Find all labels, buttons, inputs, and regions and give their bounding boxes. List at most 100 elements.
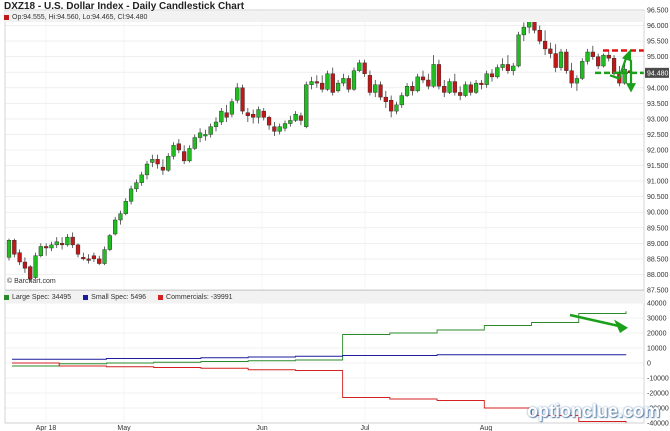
price-tick-label: 87.500 <box>647 288 669 295</box>
ohlc-readout: Op:94.555, Hi:94.560, Lo:94.465, Cl:94.4… <box>4 12 147 23</box>
candle-body <box>542 40 548 50</box>
candle-body <box>479 82 484 85</box>
candle <box>293 111 298 122</box>
price-grid <box>5 9 644 423</box>
source-credit: © Barchart.com <box>7 278 56 285</box>
candle-body <box>505 64 511 71</box>
candle-body <box>378 84 383 98</box>
candle-body <box>128 188 134 202</box>
candle-body <box>266 117 272 126</box>
candle <box>452 73 457 96</box>
candle <box>288 115 293 127</box>
candle <box>213 117 219 132</box>
date-tick-label: May <box>117 425 131 431</box>
candle-body <box>452 81 457 93</box>
candle <box>235 83 240 104</box>
candle-body <box>65 236 70 246</box>
candle <box>558 48 564 71</box>
candle <box>436 59 442 90</box>
candle <box>373 80 378 98</box>
candle-body <box>404 86 410 96</box>
candle-body <box>134 182 139 190</box>
candle <box>362 59 367 77</box>
candle <box>537 25 542 45</box>
candle-body <box>139 174 144 183</box>
candle-body <box>426 79 431 87</box>
candle-body <box>6 240 12 258</box>
candle <box>399 92 404 108</box>
candle <box>277 123 282 135</box>
candle <box>187 145 192 163</box>
candle <box>12 238 17 258</box>
last-price-tag: 94.480 <box>645 67 669 78</box>
candle <box>367 70 373 96</box>
ohlc-text: Op:94.555, Hi:94.560, Lo:94.465, Cl:94.4… <box>12 14 148 21</box>
candle <box>197 128 203 143</box>
candle <box>325 70 330 91</box>
cot-trend-arrow <box>569 313 621 328</box>
candle <box>38 243 43 258</box>
candle-body <box>484 73 489 85</box>
price-tick-label: 88.500 <box>647 256 669 263</box>
candle-body <box>346 78 351 90</box>
candle-body <box>468 84 473 93</box>
candle-body <box>410 86 415 92</box>
candle-body <box>596 56 601 67</box>
candle <box>134 179 139 192</box>
cot-tick-label: -10000 <box>647 376 669 383</box>
candle-body <box>245 112 250 116</box>
candle-body <box>213 121 219 127</box>
candle <box>442 80 447 98</box>
price-tick-label: 89.000 <box>647 241 669 248</box>
candle-body <box>150 159 155 163</box>
price-tick-label: 92.000 <box>647 148 669 155</box>
legend-small-spec: Small Spec: 5496 <box>83 294 146 301</box>
candle <box>580 58 585 80</box>
candle <box>266 115 272 130</box>
candle <box>601 53 606 68</box>
candle <box>330 67 335 96</box>
candle <box>192 134 197 150</box>
candle-body <box>282 123 288 129</box>
cot-legend: Large Spec: 34495 Small Spec: 5496 Comme… <box>4 292 245 303</box>
candle-body <box>463 84 468 96</box>
candle-body <box>107 235 112 250</box>
candle <box>335 80 341 93</box>
candle <box>139 171 144 186</box>
candle-body <box>235 87 240 101</box>
candle-body <box>558 51 564 68</box>
price-tick-label: 90.500 <box>647 194 669 201</box>
candle-body <box>320 82 325 90</box>
candle-body <box>81 257 86 260</box>
candle-body <box>298 115 304 121</box>
candle-body <box>399 95 404 106</box>
candle <box>383 90 388 108</box>
candle <box>6 238 12 261</box>
candle <box>341 73 346 87</box>
candle-body <box>75 244 81 255</box>
candle <box>65 234 70 247</box>
price-tick-label: 89.500 <box>647 225 669 232</box>
date-tick-label: Apr 18 <box>36 425 57 431</box>
candle <box>320 75 325 93</box>
candle <box>410 81 415 96</box>
candle-body <box>357 62 362 71</box>
candle-body <box>516 34 521 67</box>
candle-body <box>86 258 91 261</box>
candle <box>240 84 245 115</box>
candle-body <box>197 132 203 138</box>
candle <box>357 59 362 73</box>
date-tick-label: Jul <box>361 425 370 431</box>
date-axis: Apr 18 May Jun Jul Aug <box>36 425 493 431</box>
watermark: optionclue.com <box>527 401 661 421</box>
candle <box>463 81 468 98</box>
candle-body <box>229 101 235 115</box>
candle <box>102 246 107 266</box>
candle <box>569 62 574 88</box>
candle <box>606 50 611 62</box>
candle-body <box>341 78 346 84</box>
candle <box>229 98 235 118</box>
cot-tick-label: 40000 <box>647 301 667 308</box>
candle-body <box>166 156 171 171</box>
candle <box>70 232 75 248</box>
